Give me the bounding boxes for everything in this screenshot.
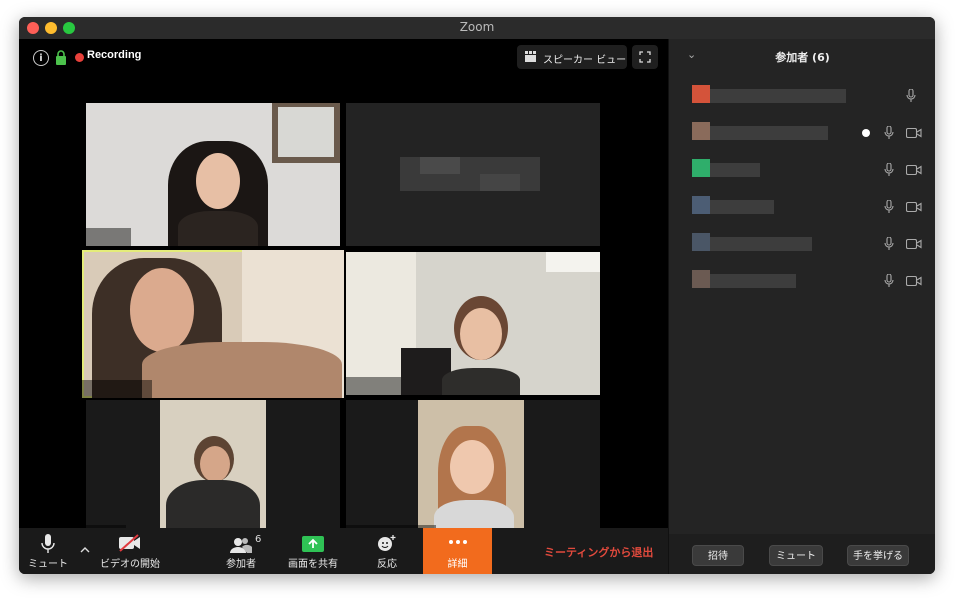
recording-label: Recording bbox=[87, 49, 142, 61]
camera-icon bbox=[906, 276, 922, 286]
share-screen-button[interactable]: 画面を共有 bbox=[281, 528, 345, 574]
recording-indicator bbox=[75, 53, 84, 62]
microphone-icon bbox=[884, 200, 894, 213]
camera-icon bbox=[906, 128, 922, 138]
mute-all-button[interactable]: ミュート bbox=[769, 545, 823, 566]
participants-panel: ⌄ 参加者 (6) 招待 ミュート 手を挙げる bbox=[668, 39, 935, 574]
tile-name-1 bbox=[86, 228, 131, 246]
microphone-icon bbox=[884, 274, 894, 287]
raise-hand-button[interactable]: 手を挙げる bbox=[847, 545, 909, 566]
audio-options-button[interactable] bbox=[77, 528, 93, 574]
microphone-icon bbox=[884, 163, 894, 176]
participants-button[interactable]: 6 参加者 bbox=[219, 528, 263, 574]
participant-row-2[interactable] bbox=[692, 122, 927, 144]
camera-icon bbox=[906, 165, 922, 175]
mute-button[interactable]: ミュート bbox=[23, 528, 73, 574]
participant-row-1[interactable] bbox=[692, 85, 927, 107]
participants-count: 6 bbox=[255, 534, 262, 545]
speaker-view-label: スピーカー ビュー bbox=[543, 55, 627, 66]
microphone-icon bbox=[884, 126, 894, 139]
video-tile-active-speaker[interactable] bbox=[82, 250, 344, 398]
participant-row-6[interactable] bbox=[692, 270, 927, 292]
microphone-icon bbox=[884, 237, 894, 250]
share-screen-label: 画面を共有 bbox=[288, 559, 338, 570]
participants-icon bbox=[230, 538, 252, 553]
more-icon bbox=[448, 540, 467, 544]
more-label: 詳細 bbox=[447, 559, 468, 570]
zoom-window: Zoom i Recording スピーカー ビュー ミュート ビデオの開始 6… bbox=[19, 17, 935, 574]
microphone-icon bbox=[906, 89, 916, 102]
title-bar: Zoom bbox=[19, 17, 935, 40]
participants-label: 参加者 bbox=[226, 559, 256, 570]
reaction-icon bbox=[378, 535, 396, 551]
speaker-view-button[interactable]: スピーカー ビュー bbox=[517, 45, 627, 69]
tile-name-active bbox=[82, 380, 152, 398]
leave-meeting-button[interactable]: ミーティングから退出 bbox=[544, 544, 653, 560]
camera-icon bbox=[906, 239, 922, 249]
video-off-icon bbox=[119, 534, 140, 552]
more-button[interactable]: 詳細 bbox=[423, 528, 492, 574]
video-tile-2[interactable] bbox=[346, 103, 600, 246]
video-tile-1[interactable] bbox=[86, 103, 340, 246]
microphone-icon bbox=[41, 534, 55, 553]
participant-row-3[interactable] bbox=[692, 159, 927, 181]
tile-name-4 bbox=[346, 377, 401, 395]
meeting-toolbar: ミュート ビデオの開始 6 参加者 画面を共有 反応 詳細 ミーティングから退出 bbox=[19, 528, 668, 574]
video-tile-4[interactable] bbox=[346, 252, 600, 395]
reaction-button[interactable]: 反応 bbox=[367, 528, 407, 574]
video-tile-5[interactable] bbox=[86, 400, 340, 543]
start-video-label: ビデオの開始 bbox=[100, 559, 160, 570]
start-video-button[interactable]: ビデオの開始 bbox=[95, 528, 165, 574]
fullscreen-button[interactable] bbox=[632, 45, 658, 69]
fullscreen-icon bbox=[639, 51, 651, 63]
invite-button[interactable]: 招待 bbox=[692, 545, 744, 566]
chevron-up-icon bbox=[80, 547, 90, 553]
mute-label: ミュート bbox=[28, 559, 68, 570]
grid-icon bbox=[525, 51, 536, 62]
info-icon[interactable]: i bbox=[33, 50, 49, 66]
reaction-label: 反応 bbox=[377, 559, 397, 570]
video-area: i Recording スピーカー ビュー bbox=[19, 39, 668, 543]
window-title: Zoom bbox=[459, 20, 495, 34]
video-tile-6[interactable] bbox=[346, 400, 600, 543]
participants-panel-footer: 招待 ミュート 手を挙げる bbox=[669, 534, 935, 574]
participants-panel-title: 参加者 (6) bbox=[775, 51, 830, 64]
lock-icon[interactable] bbox=[56, 50, 66, 65]
participant-row-4[interactable] bbox=[692, 196, 927, 218]
share-screen-icon bbox=[302, 536, 324, 552]
camera-icon bbox=[906, 202, 922, 212]
participant-row-5[interactable] bbox=[692, 233, 927, 255]
